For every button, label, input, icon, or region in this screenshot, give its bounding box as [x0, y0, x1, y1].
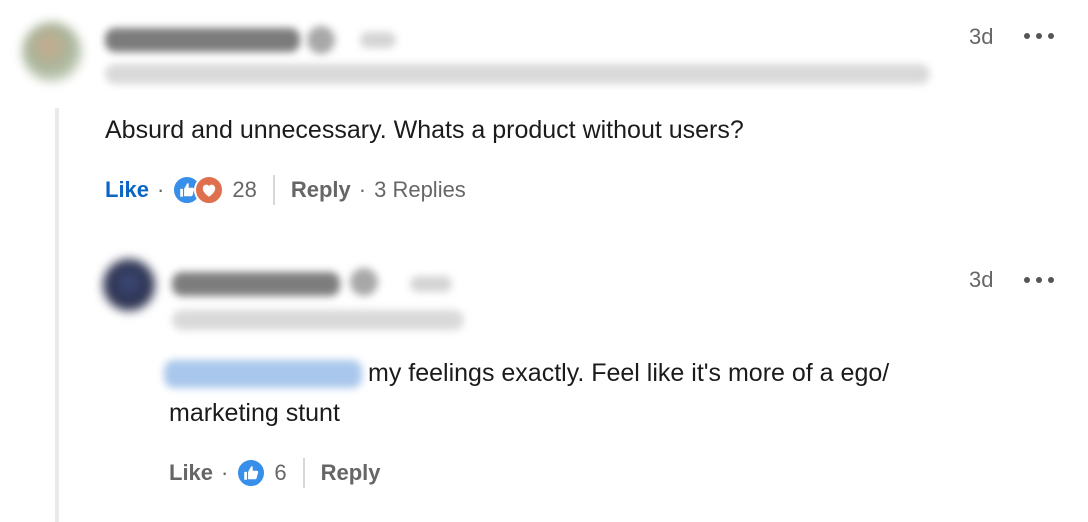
reply-button[interactable]: Reply [321, 460, 381, 486]
action-divider [272, 175, 275, 205]
like-button[interactable]: Like [169, 460, 213, 486]
connection-degree-blurred [410, 276, 452, 292]
author-name-blurred[interactable] [172, 272, 340, 296]
verified-badge-icon [350, 268, 378, 296]
comment-text: Absurd and unnecessary. Whats a product … [105, 116, 744, 144]
reply-actions: Like · 6 Reply [169, 457, 381, 489]
connection-degree-blurred [360, 32, 396, 48]
comment-actions: Like · 28 Reply · 3 Replies [105, 174, 466, 206]
reply-text-line-2: marketing stunt [169, 399, 340, 427]
avatar[interactable] [22, 22, 82, 82]
reply-text-line-1: my feelings exactly. Feel like it's more… [368, 359, 890, 387]
like-reaction-icon[interactable] [236, 458, 267, 488]
action-divider [302, 458, 305, 488]
reaction-count[interactable]: 6 [274, 460, 286, 486]
more-options-icon[interactable] [1024, 26, 1054, 46]
love-reaction-icon[interactable] [194, 175, 225, 205]
comments-section: 3d Absurd and unnecessary. Whats a produ… [0, 0, 1088, 522]
reaction-count[interactable]: 28 [232, 177, 256, 203]
separator-dot: · [157, 177, 165, 202]
replies-count-link[interactable]: 3 Replies [374, 177, 466, 203]
separator-dot: · [221, 460, 229, 485]
reply-timestamp: 3d [969, 267, 994, 292]
author-headline-blurred [172, 310, 464, 330]
thread-line [55, 108, 59, 522]
separator-dot: · [358, 177, 367, 202]
comment-timestamp: 3d [969, 24, 994, 49]
author-name-blurred[interactable] [105, 28, 300, 52]
author-headline-blurred [105, 64, 930, 84]
reply-button[interactable]: Reply [291, 177, 351, 203]
avatar[interactable] [103, 259, 155, 311]
mention-link-blurred[interactable] [164, 360, 362, 388]
like-button[interactable]: Like [105, 177, 149, 203]
more-options-icon[interactable] [1024, 270, 1054, 290]
verified-badge-icon [307, 26, 335, 54]
